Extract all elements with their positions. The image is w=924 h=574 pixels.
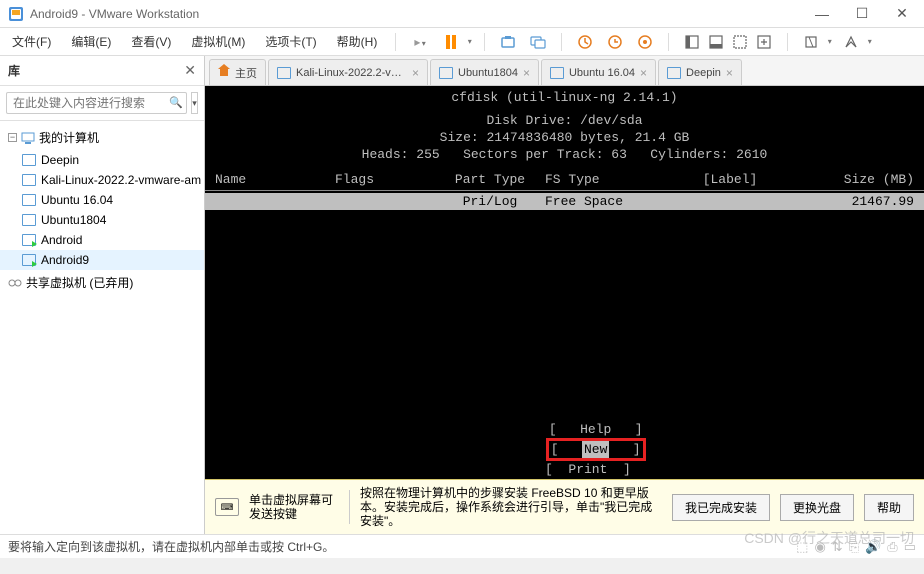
pause-icon	[446, 35, 456, 49]
vm-icon	[22, 234, 36, 246]
action-new-highlight: [ New ]	[546, 438, 646, 461]
sound-icon[interactable]: 🔊	[865, 539, 881, 555]
tree-shared-vms[interactable]: 共享虚拟机 (已弃用)	[0, 270, 204, 295]
vm-icon	[22, 194, 36, 206]
toolbar-view4-icon[interactable]	[753, 31, 775, 53]
info-bar: ⌨ 单击虚拟屏幕可发送按键 按照在物理计算机中的步骤安装 FreeBSD 10 …	[205, 479, 924, 534]
action-quit[interactable]: [ Quit ]	[541, 478, 635, 479]
search-dropdown[interactable]: ▾	[191, 92, 198, 114]
main-panel: 主页 Kali-Linux-2022.2-vmware-am...× Ubunt…	[205, 56, 924, 534]
vm-icon	[667, 67, 681, 79]
help-button[interactable]: 帮助	[864, 494, 914, 521]
sidebar-item-ubuntu1604[interactable]: Ubuntu 16.04	[0, 190, 204, 210]
keyboard-icon: ⌨	[215, 498, 239, 516]
computer-icon	[21, 132, 35, 144]
menu-vm[interactable]: 虚拟机(M)	[185, 29, 251, 54]
shared-icon	[8, 277, 22, 289]
tab-close-icon[interactable]: ×	[412, 66, 419, 80]
usb-icon[interactable]: ⎘	[849, 539, 859, 555]
app-icon	[8, 6, 24, 22]
toolbar-pause-dropdown[interactable]: ▾	[468, 37, 472, 46]
action-print[interactable]: [ Print ]	[545, 461, 631, 478]
toolbar-clock3-icon[interactable]	[634, 31, 656, 53]
collapse-icon: −	[8, 133, 17, 142]
search-input[interactable]	[6, 92, 187, 114]
sidebar: 库 ✕ 🔍 ▾ − 我的计算机 Deepin Kali-Linux-2022.2…	[0, 56, 205, 534]
info-hint1: 单击虚拟屏幕可发送按键	[249, 493, 339, 521]
toolbar-view1-icon[interactable]	[681, 31, 703, 53]
tab-home[interactable]: 主页	[209, 59, 266, 85]
tab-close-icon[interactable]: ×	[523, 66, 530, 80]
menu-help[interactable]: 帮助(H)	[331, 29, 384, 54]
vm-icon	[550, 67, 564, 79]
cfdisk-actions: [ Help ] [ New ] [ Print ] [ Quit ] [ Un…	[205, 404, 924, 479]
toolbar-clock1-icon[interactable]	[574, 31, 596, 53]
disk-size: Size: 21474836480 bytes, 21.4 GB	[205, 129, 924, 146]
disk-icon[interactable]: ⬚	[796, 539, 808, 555]
sidebar-title: 库	[8, 62, 184, 79]
minimize-button[interactable]: —	[808, 4, 836, 24]
vm-icon	[277, 67, 291, 79]
status-bar: 要将输入定向到该虚拟机，请在虚拟机内部单击或按 Ctrl+G。 ⬚ ◉ ⇅ ⎘ …	[0, 534, 924, 558]
net-icon[interactable]: ⇅	[832, 539, 843, 555]
toolbar-snapshot-button[interactable]	[497, 31, 519, 53]
window-title: Android9 - VMware Workstation	[30, 7, 808, 21]
tree-my-computer[interactable]: − 我的计算机	[0, 125, 204, 150]
change-disc-button[interactable]: 更换光盘	[780, 494, 854, 521]
partition-row-selected: Pri/Log Free Space 21467.99	[205, 193, 924, 210]
printer-icon[interactable]: ⎙	[887, 539, 897, 555]
tab-bar: 主页 Kali-Linux-2022.2-vmware-am...× Ubunt…	[205, 56, 924, 86]
tab-deepin[interactable]: Deepin×	[658, 59, 742, 85]
cfdisk-title: cfdisk (util-linux-ng 2.14.1)	[205, 89, 924, 106]
maximize-button[interactable]: ☐	[848, 4, 876, 24]
menu-file[interactable]: 文件(F)	[6, 29, 57, 54]
menu-bar: 文件(F) 编辑(E) 查看(V) 虚拟机(M) 选项卡(T) 帮助(H) ▸ …	[0, 28, 924, 56]
sidebar-item-ubuntu1804[interactable]: Ubuntu1804	[0, 210, 204, 230]
toolbar-unity-icon[interactable]	[840, 31, 862, 53]
vm-icon	[22, 214, 36, 226]
table-header: Name Flags Part Type FS Type [Label] Siz…	[205, 171, 924, 188]
menu-view[interactable]: 查看(V)	[125, 29, 177, 54]
toolbar-view3-icon[interactable]	[729, 31, 751, 53]
sidebar-item-kali[interactable]: Kali-Linux-2022.2-vmware-am	[0, 170, 204, 190]
sidebar-item-android[interactable]: Android	[0, 230, 204, 250]
action-new[interactable]: New	[582, 441, 609, 458]
sidebar-item-android9[interactable]: Android9	[0, 250, 204, 270]
search-icon: 🔍	[169, 96, 183, 109]
tab-close-icon[interactable]: ×	[640, 66, 647, 80]
device-icon[interactable]: ▭	[904, 539, 916, 555]
sidebar-item-deepin[interactable]: Deepin	[0, 150, 204, 170]
vm-icon	[22, 154, 36, 166]
info-hint2: 按照在物理计算机中的步骤安装 FreeBSD 10 和更早版本。安装完成后，操作…	[360, 486, 662, 528]
terminal[interactable]: cfdisk (util-linux-ng 2.14.1) Disk Drive…	[205, 86, 924, 479]
menu-edit[interactable]: 编辑(E)	[65, 29, 117, 54]
sidebar-close-icon[interactable]: ✕	[184, 62, 196, 79]
tab-kali[interactable]: Kali-Linux-2022.2-vmware-am...×	[268, 59, 428, 85]
vm-icon	[22, 254, 36, 266]
done-install-button[interactable]: 我已完成安装	[672, 494, 770, 521]
vm-icon	[22, 174, 36, 186]
toolbar-view2-icon[interactable]	[705, 31, 727, 53]
toolbar-clock2-icon[interactable]	[604, 31, 626, 53]
title-bar: Android9 - VMware Workstation — ☐ ✕	[0, 0, 924, 28]
cd-icon[interactable]: ◉	[814, 539, 825, 555]
tab-ubuntu1604[interactable]: Ubuntu 16.04×	[541, 59, 656, 85]
toolbar-fullscreen-icon[interactable]	[800, 31, 822, 53]
toolbar-manage-button[interactable]	[527, 31, 549, 53]
tab-close-icon[interactable]: ×	[726, 66, 733, 80]
status-icons: ⬚ ◉ ⇅ ⎘ 🔊 ⎙ ▭	[796, 539, 916, 555]
tab-ubuntu1804[interactable]: Ubuntu1804×	[430, 59, 539, 85]
disk-geom: Heads: 255 Sectors per Track: 63 Cylinde…	[205, 146, 924, 163]
toolbar-play-dropdown[interactable]: ▸ ▾	[408, 31, 431, 53]
close-button[interactable]: ✕	[888, 4, 916, 24]
home-icon	[218, 68, 230, 78]
status-text: 要将输入定向到该虚拟机，请在虚拟机内部单击或按 Ctrl+G。	[8, 538, 796, 555]
toolbar-pause-button[interactable]	[440, 31, 462, 53]
disk-drive: Disk Drive: /dev/sda	[205, 112, 924, 129]
action-help[interactable]: [ Help ]	[549, 421, 643, 438]
menu-tabs[interactable]: 选项卡(T)	[259, 29, 322, 54]
vm-icon	[439, 67, 453, 79]
